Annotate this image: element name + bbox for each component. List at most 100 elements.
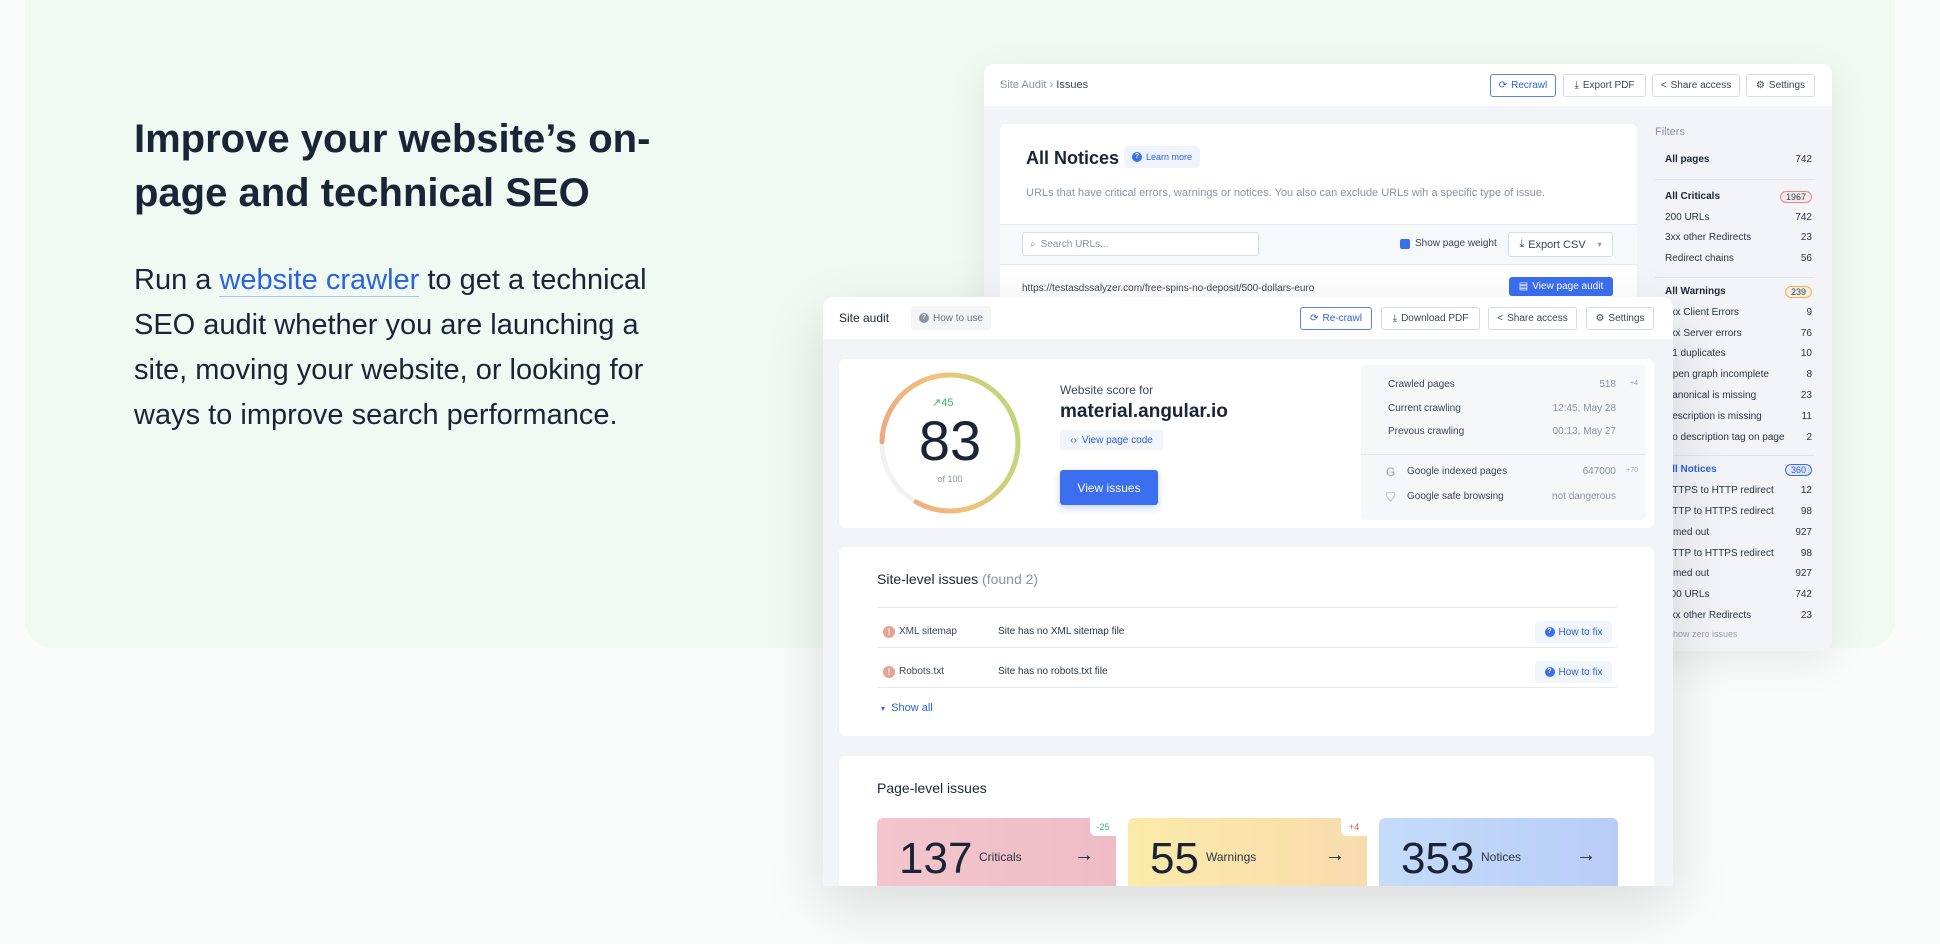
filter-item[interactable]: Canonical is missing 23: [1665, 390, 1812, 401]
filter-item[interactable]: 5xx Server errors 76: [1665, 328, 1812, 339]
filter-count: 23: [1800, 610, 1812, 621]
settings-button[interactable]: ⚙ Settings: [1586, 307, 1654, 330]
search-input[interactable]: ⌕ Search URLs...: [1022, 232, 1259, 256]
download-pdf-button[interactable]: ⤓ Download PDF: [1381, 307, 1480, 330]
filter-count: 9: [1806, 306, 1812, 318]
filter-count: 2: [1806, 431, 1812, 443]
filter-item[interactable]: Redirect chains 56: [1665, 253, 1812, 264]
filter-all-criticals[interactable]: All Criticals 1967: [1665, 190, 1812, 203]
show-page-weight-checkbox[interactable]: Show page weight: [1400, 238, 1497, 249]
question-icon: ?: [1544, 627, 1555, 637]
share-icon: <: [1660, 80, 1667, 91]
filter-count: 98: [1800, 547, 1812, 559]
how-to-use-button[interactable]: ? How to use: [911, 306, 991, 330]
google-stat-label: Google safe browsing: [1407, 491, 1504, 502]
learn-more-button[interactable]: ? Learn more: [1124, 146, 1201, 168]
how-to-fix-button[interactable]: ? How to fix: [1535, 621, 1612, 643]
site-level-issues-card: Site-level issues (found 2) ▾ Show all !…: [839, 547, 1654, 736]
view-audit-label: View page audit: [1532, 281, 1604, 292]
show-all-button[interactable]: ▾ Show all: [881, 702, 933, 714]
filter-count: 927: [1795, 526, 1812, 538]
filter-label: All Criticals: [1665, 190, 1721, 202]
filter-item[interactable]: Timed out 927: [1665, 527, 1812, 538]
how-to-use-label: How to use: [932, 312, 984, 324]
recrawl-button[interactable]: ⟳ Recrawl: [1490, 74, 1556, 97]
filter-item[interactable]: 4xx Client Errors 9: [1665, 307, 1812, 318]
page-title: All Notices: [1026, 148, 1120, 168]
tile-warnings[interactable]: 55 Warnings → +4: [1128, 818, 1367, 886]
view-code-label: View page code: [1081, 434, 1153, 446]
filter-item[interactable]: Open graph incomplete 8: [1665, 369, 1812, 380]
settings-label: Settings: [1768, 80, 1806, 91]
view-issues-button[interactable]: View issues: [1060, 470, 1158, 505]
filter-item[interactable]: Timed out 927: [1665, 568, 1812, 579]
filter-count-badge: 239: [1784, 286, 1812, 298]
tile-count: 353: [1401, 834, 1475, 883]
export-csv-button[interactable]: ⤓ Export CSV ▾: [1508, 232, 1613, 257]
filter-item[interactable]: 3xx other Redirects 23: [1665, 610, 1812, 621]
filter-item[interactable]: HTTP to HTTPS redirect 98: [1665, 548, 1812, 559]
recrawl-button[interactable]: ⟳ Re-crawl: [1300, 307, 1372, 330]
tile-delta: +4: [1341, 818, 1367, 836]
filter-label: All Warnings: [1665, 286, 1726, 297]
filter-item[interactable]: HTTPS to HTTP redirect 12: [1665, 485, 1812, 496]
score-label: Website score for: [1060, 383, 1154, 397]
question-icon: ?: [1132, 152, 1142, 162]
arrow-right-icon: →: [1325, 844, 1345, 866]
filter-all-pages[interactable]: All pages 742: [1665, 154, 1812, 165]
filter-label: HTTP to HTTPS redirect: [1665, 547, 1774, 559]
arrow-right-icon: →: [1074, 844, 1094, 866]
filter-item[interactable]: No description tag on page 2: [1665, 432, 1812, 443]
trend-value: 45: [941, 397, 954, 409]
view-page-code-button[interactable]: ‹› View page code: [1060, 430, 1163, 450]
code-icon: ‹›: [1070, 434, 1077, 446]
tile-criticals[interactable]: 137 Criticals → -25: [877, 818, 1116, 886]
share-label: Share access: [1507, 313, 1568, 324]
website-crawler-link[interactable]: website crawler: [219, 264, 420, 297]
filter-item[interactable]: Description is missing 11: [1665, 411, 1812, 422]
export-pdf-button[interactable]: ⤓ Export PDF: [1563, 74, 1646, 97]
filter-count: 12: [1800, 485, 1812, 497]
filter-label: Description is missing: [1665, 410, 1762, 422]
tile-label: Criticals: [979, 850, 1022, 864]
filter-count: 23: [1800, 390, 1812, 401]
filter-label: 5xx Server errors: [1665, 327, 1742, 339]
google-stat-delta: +70: [1626, 467, 1638, 474]
share-access-button[interactable]: < Share access: [1652, 74, 1740, 97]
filter-count: 927: [1795, 568, 1812, 580]
filter-all-warnings[interactable]: All Warnings 239: [1665, 286, 1812, 298]
how-to-fix-button[interactable]: ? How to fix: [1535, 661, 1612, 683]
checkbox-checked-icon: [1400, 238, 1410, 249]
tile-count: 137: [899, 834, 973, 883]
stat-value: 518: [1599, 379, 1616, 390]
filter-item[interactable]: 3xx other Redirects 23: [1665, 232, 1812, 243]
stat-value: 00:13, May 27: [1552, 426, 1616, 437]
filter-item[interactable]: H1 duplicates 10: [1665, 348, 1812, 359]
filter-label: All pages: [1665, 154, 1710, 165]
question-icon: ?: [1544, 667, 1555, 677]
chevron-down-icon[interactable]: ▾: [1598, 240, 1602, 249]
crawl-stats: Crawled pages 518 +4 Current crawling 12:45,…: [1361, 365, 1646, 520]
show-zero-issues-link[interactable]: Show zero issues: [1667, 629, 1738, 639]
view-page-audit-button[interactable]: ▤ View page audit: [1509, 277, 1613, 296]
recrawl-label: Re-crawl: [1322, 313, 1362, 324]
arrow-right-icon: →: [1576, 844, 1596, 866]
site-issues-title: Site-level issues (found 2): [877, 571, 1038, 587]
filter-label: 200 URLs: [1665, 211, 1710, 223]
breadcrumb-separator: ›: [1049, 79, 1054, 91]
url-text[interactable]: https://testasdssalyzer.com/free-spins-n…: [1022, 283, 1314, 294]
download-icon: ⤓: [1392, 313, 1398, 324]
site-issue-row: ! XML sitemap Site has no XML sitemap file…: [877, 617, 1617, 647]
filter-item[interactable]: 200 URLs 742: [1665, 212, 1812, 223]
settings-button[interactable]: ⚙ Settings: [1746, 74, 1815, 97]
filter-label: H1 duplicates: [1665, 348, 1726, 360]
learn-more-label: Learn more: [1146, 152, 1193, 162]
breadcrumb-site-audit[interactable]: Site Audit: [1000, 79, 1046, 91]
filter-item[interactable]: 200 URLs 742: [1665, 589, 1812, 600]
how-to-fix-label: How to fix: [1558, 666, 1603, 678]
tile-notices[interactable]: 353 Notices →: [1379, 818, 1618, 886]
filter-item[interactable]: HTTP to HTTPS redirect 98: [1665, 506, 1812, 517]
filter-all-notices[interactable]: All Notices 360: [1665, 464, 1812, 477]
share-access-button[interactable]: < Share access: [1488, 307, 1577, 330]
score-card: ↗45 83 of 100 Website score for material…: [839, 359, 1654, 528]
